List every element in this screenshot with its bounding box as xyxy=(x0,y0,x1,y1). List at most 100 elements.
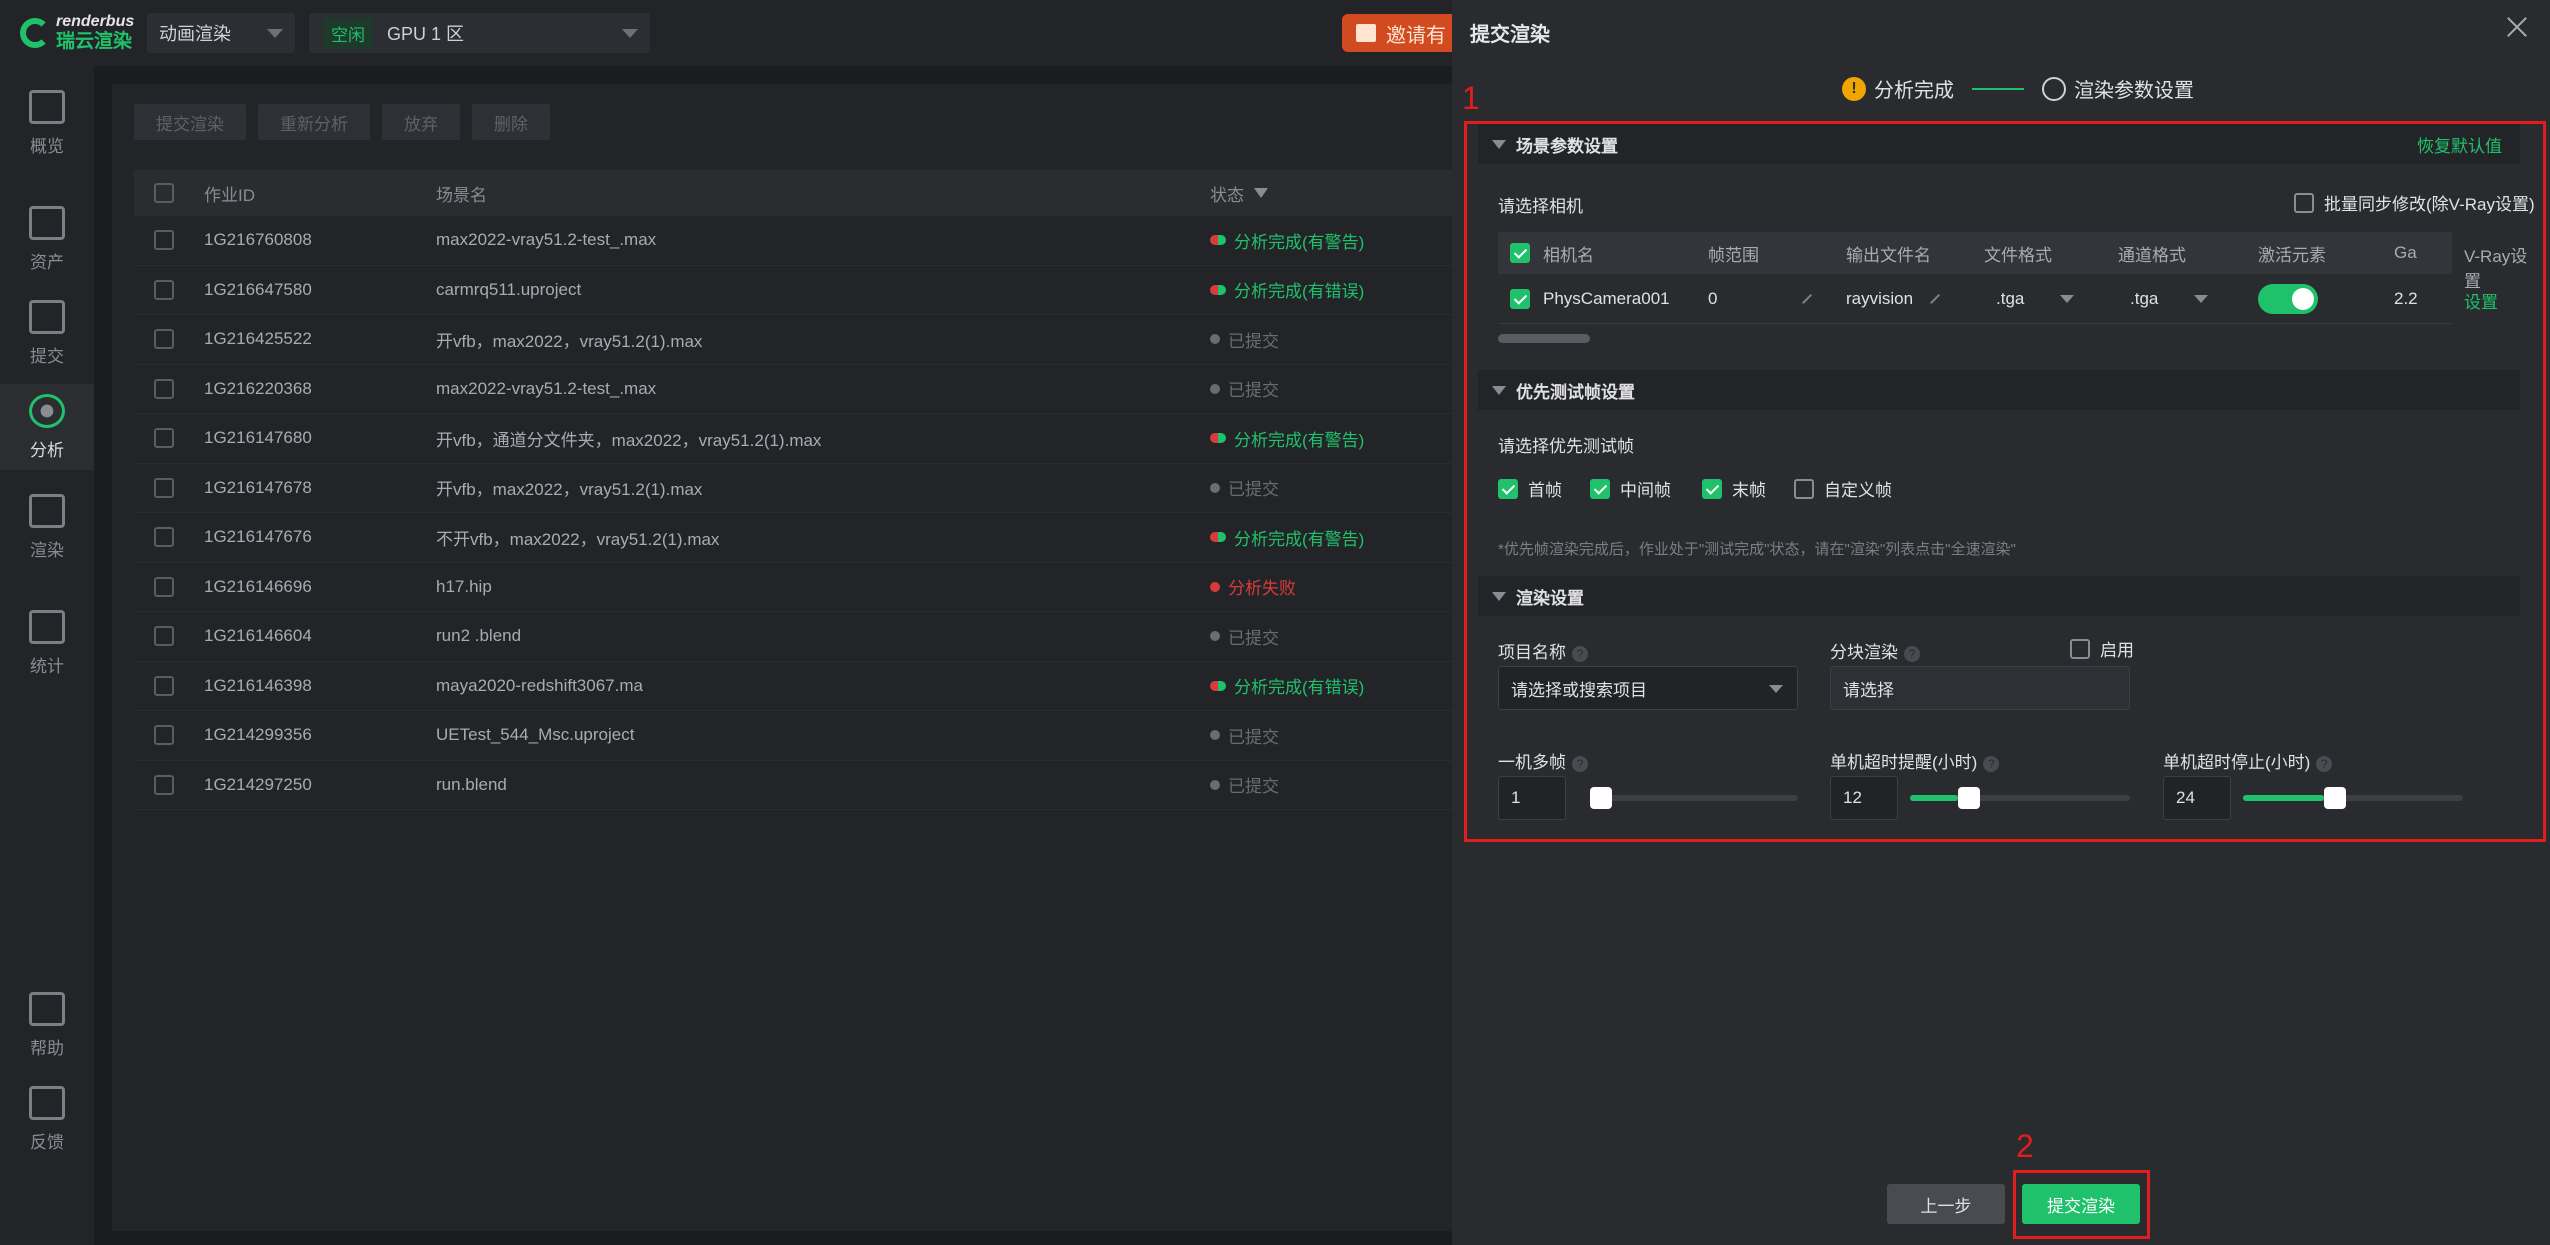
reanalyze-button[interactable]: 重新分析 xyxy=(258,104,370,140)
tile-enable-option[interactable]: 启用 xyxy=(2070,636,2134,661)
multi-frame-slider[interactable] xyxy=(1590,787,1798,809)
slider-handle[interactable] xyxy=(1590,787,1612,809)
delete-button[interactable]: 删除 xyxy=(472,104,550,140)
abandon-button[interactable]: 放弃 xyxy=(382,104,460,140)
row-checkbox[interactable] xyxy=(154,626,174,647)
render-settings-header[interactable]: 渲染设置 xyxy=(1478,576,2520,616)
table-row[interactable]: 1G214299356 UETest_544_Msc.uproject 已提交 xyxy=(134,711,1455,761)
row-checkbox[interactable] xyxy=(154,378,174,399)
render-mode-select[interactable]: 动画渲染 xyxy=(147,13,295,53)
middle-frame-checkbox[interactable] xyxy=(1590,478,1610,499)
camera-select-all-checkbox[interactable] xyxy=(1510,243,1530,263)
row-checkbox[interactable] xyxy=(154,527,174,548)
row-checkbox[interactable] xyxy=(154,477,174,498)
edit-icon[interactable] xyxy=(1802,294,1813,304)
sidebar-item-overview[interactable]: 概览 xyxy=(0,90,94,162)
multi-frame-input[interactable]: 1 xyxy=(1498,776,1566,820)
first-frame-checkbox[interactable] xyxy=(1498,478,1518,499)
row-checkbox[interactable] xyxy=(154,675,174,696)
row-checkbox[interactable] xyxy=(154,428,174,449)
row-checkbox[interactable] xyxy=(154,279,174,300)
table-row[interactable]: 1G216147676 不开vfb，max2022，vray51.2(1).max… xyxy=(134,513,1455,563)
file-format-select[interactable]: .tga xyxy=(1996,289,2075,309)
priority-frame-header[interactable]: 优先测试帧设置 xyxy=(1478,370,2520,410)
middle-frame-option[interactable]: 中间帧 xyxy=(1590,476,1671,501)
help-circle-icon[interactable]: ? xyxy=(1904,645,1920,662)
camera-checkbox[interactable] xyxy=(1510,288,1530,309)
help-circle-icon[interactable]: ? xyxy=(1983,755,2000,772)
help-circle-icon[interactable]: ? xyxy=(1572,755,1588,772)
gpu-zone-select[interactable]: 空闲 GPU 1 区 xyxy=(309,13,650,53)
first-frame-option[interactable]: 首帧 xyxy=(1498,476,1562,501)
help-circle-icon[interactable]: ? xyxy=(1572,645,1588,662)
project-select[interactable]: 请选择或搜索项目 xyxy=(1498,666,1798,710)
col-status[interactable]: 状态 xyxy=(1210,181,1268,206)
sidebar-item-label: 分析 xyxy=(30,441,64,460)
col-vray-settings: V-Ray设置 xyxy=(2464,247,2528,291)
table-row[interactable]: 1G216146696 h17.hip 分析失败 xyxy=(134,563,1455,612)
job-id: 1G216425522 xyxy=(204,329,312,349)
restore-default-link[interactable]: 恢复默认值 xyxy=(2417,132,2502,157)
vray-settings-link[interactable]: 设置 xyxy=(2464,288,2498,313)
job-status: 已提交 xyxy=(1210,376,1279,401)
job-id: 1G216146696 xyxy=(204,576,312,596)
sidebar-item-assets[interactable]: 资产 xyxy=(0,206,94,278)
horizontal-scrollbar[interactable] xyxy=(1498,334,1590,343)
slider-handle[interactable] xyxy=(1958,787,1981,809)
row-checkbox[interactable] xyxy=(154,725,174,746)
batch-sync-checkbox[interactable] xyxy=(2294,192,2314,213)
table-row[interactable]: 1G216760808 max2022-vray51.2-test_.max 分析完… xyxy=(134,216,1455,266)
choose-camera-label: 请选择相机 xyxy=(1498,197,1583,216)
tile-enable-checkbox[interactable] xyxy=(2070,638,2090,659)
table-row[interactable]: 1G216647580 carmrq511.uproject 分析完成(有错误) xyxy=(134,266,1455,315)
timeout-warn-slider[interactable] xyxy=(1910,787,2130,809)
table-row[interactable]: 1G216146604 run2 .blend 已提交 xyxy=(134,612,1455,662)
help-circle-icon[interactable]: ? xyxy=(2316,755,2333,772)
close-icon[interactable] xyxy=(2504,14,2530,40)
sidebar-item-feedback[interactable]: 反馈 xyxy=(0,1086,94,1158)
row-checkbox[interactable] xyxy=(154,576,174,597)
edit-icon[interactable] xyxy=(1930,294,1941,304)
last-frame-option[interactable]: 末帧 xyxy=(1702,476,1766,501)
row-checkbox[interactable] xyxy=(154,329,174,350)
last-frame-checkbox[interactable] xyxy=(1702,478,1722,499)
previous-step-button[interactable]: 上一步 xyxy=(1887,1184,2005,1224)
scene-settings-header[interactable]: 场景参数设置 恢复默认值 xyxy=(1478,124,2520,164)
submit-render-button[interactable]: 提交渲染 xyxy=(134,104,246,140)
sidebar-item-stats[interactable]: 统计 xyxy=(0,610,94,682)
sidebar-item-submit[interactable]: 提交 xyxy=(0,300,94,372)
table-row[interactable]: 1G216220368 max2022-vray51.2-test_.max 已提交 xyxy=(134,365,1455,414)
tile-render-placeholder: 请选择 xyxy=(1843,680,1894,700)
row-checkbox[interactable] xyxy=(154,774,174,795)
table-row[interactable]: 1G216146398 maya2020-redshift3067.ma 分析完成(… xyxy=(134,662,1455,711)
select-all-checkbox[interactable] xyxy=(154,183,174,203)
table-row[interactable]: 1G216425522 开vfb，max2022，vray51.2(1).max 已… xyxy=(134,315,1455,365)
channel-format-select[interactable]: .tga xyxy=(2130,289,2209,309)
sidebar-item-help[interactable]: 帮助 xyxy=(0,992,94,1064)
timeout-stop-input[interactable]: 24 xyxy=(2163,776,2231,820)
job-status: 分析完成(有警告) xyxy=(1210,426,1364,451)
collapse-icon xyxy=(1492,591,1506,601)
tile-render-select[interactable]: 请选择 xyxy=(1830,666,2130,710)
table-row[interactable]: 1G214297250 run.blend 已提交 xyxy=(134,761,1455,810)
job-status-text: 分析完成(有警告) xyxy=(1234,529,1365,549)
timeout-warn-input[interactable]: 12 xyxy=(1830,776,1898,820)
slider-handle[interactable] xyxy=(2324,787,2347,809)
submit-render-confirm-button[interactable]: 提交渲染 xyxy=(2022,1184,2140,1224)
row-checkbox[interactable] xyxy=(154,230,174,251)
multi-frame-label: 一机多帧? xyxy=(1498,748,1588,773)
custom-frame-option[interactable]: 自定义帧 xyxy=(1794,476,1892,501)
activate-elements-toggle[interactable] xyxy=(2258,283,2318,314)
frame-range-field[interactable]: 0 xyxy=(1708,289,1813,309)
batch-sync-option[interactable]: 批量同步修改(除V-Ray设置) xyxy=(2294,190,2535,215)
timeout-stop-slider[interactable] xyxy=(2243,787,2463,809)
sidebar-item-analysis[interactable]: 分析 xyxy=(0,384,94,470)
custom-frame-checkbox[interactable] xyxy=(1794,478,1814,499)
middle-frame-label: 中间帧 xyxy=(1620,481,1671,500)
filter-icon[interactable] xyxy=(1254,188,1268,198)
sidebar-item-render[interactable]: 渲染 xyxy=(0,494,94,566)
output-name-field[interactable]: rayvision xyxy=(1846,289,1941,309)
table-row[interactable]: 1G216147678 开vfb，max2022，vray51.2(1).max 已… xyxy=(134,464,1455,513)
table-row[interactable]: 1G216147680 开vfb，通道分文件夹，max2022，vray51.2(… xyxy=(134,414,1455,464)
priority-hint: *优先帧渲染完成后，作业处于"测试完成"状态，请在"渲染"列表点击"全速渲染" xyxy=(1498,541,2016,558)
